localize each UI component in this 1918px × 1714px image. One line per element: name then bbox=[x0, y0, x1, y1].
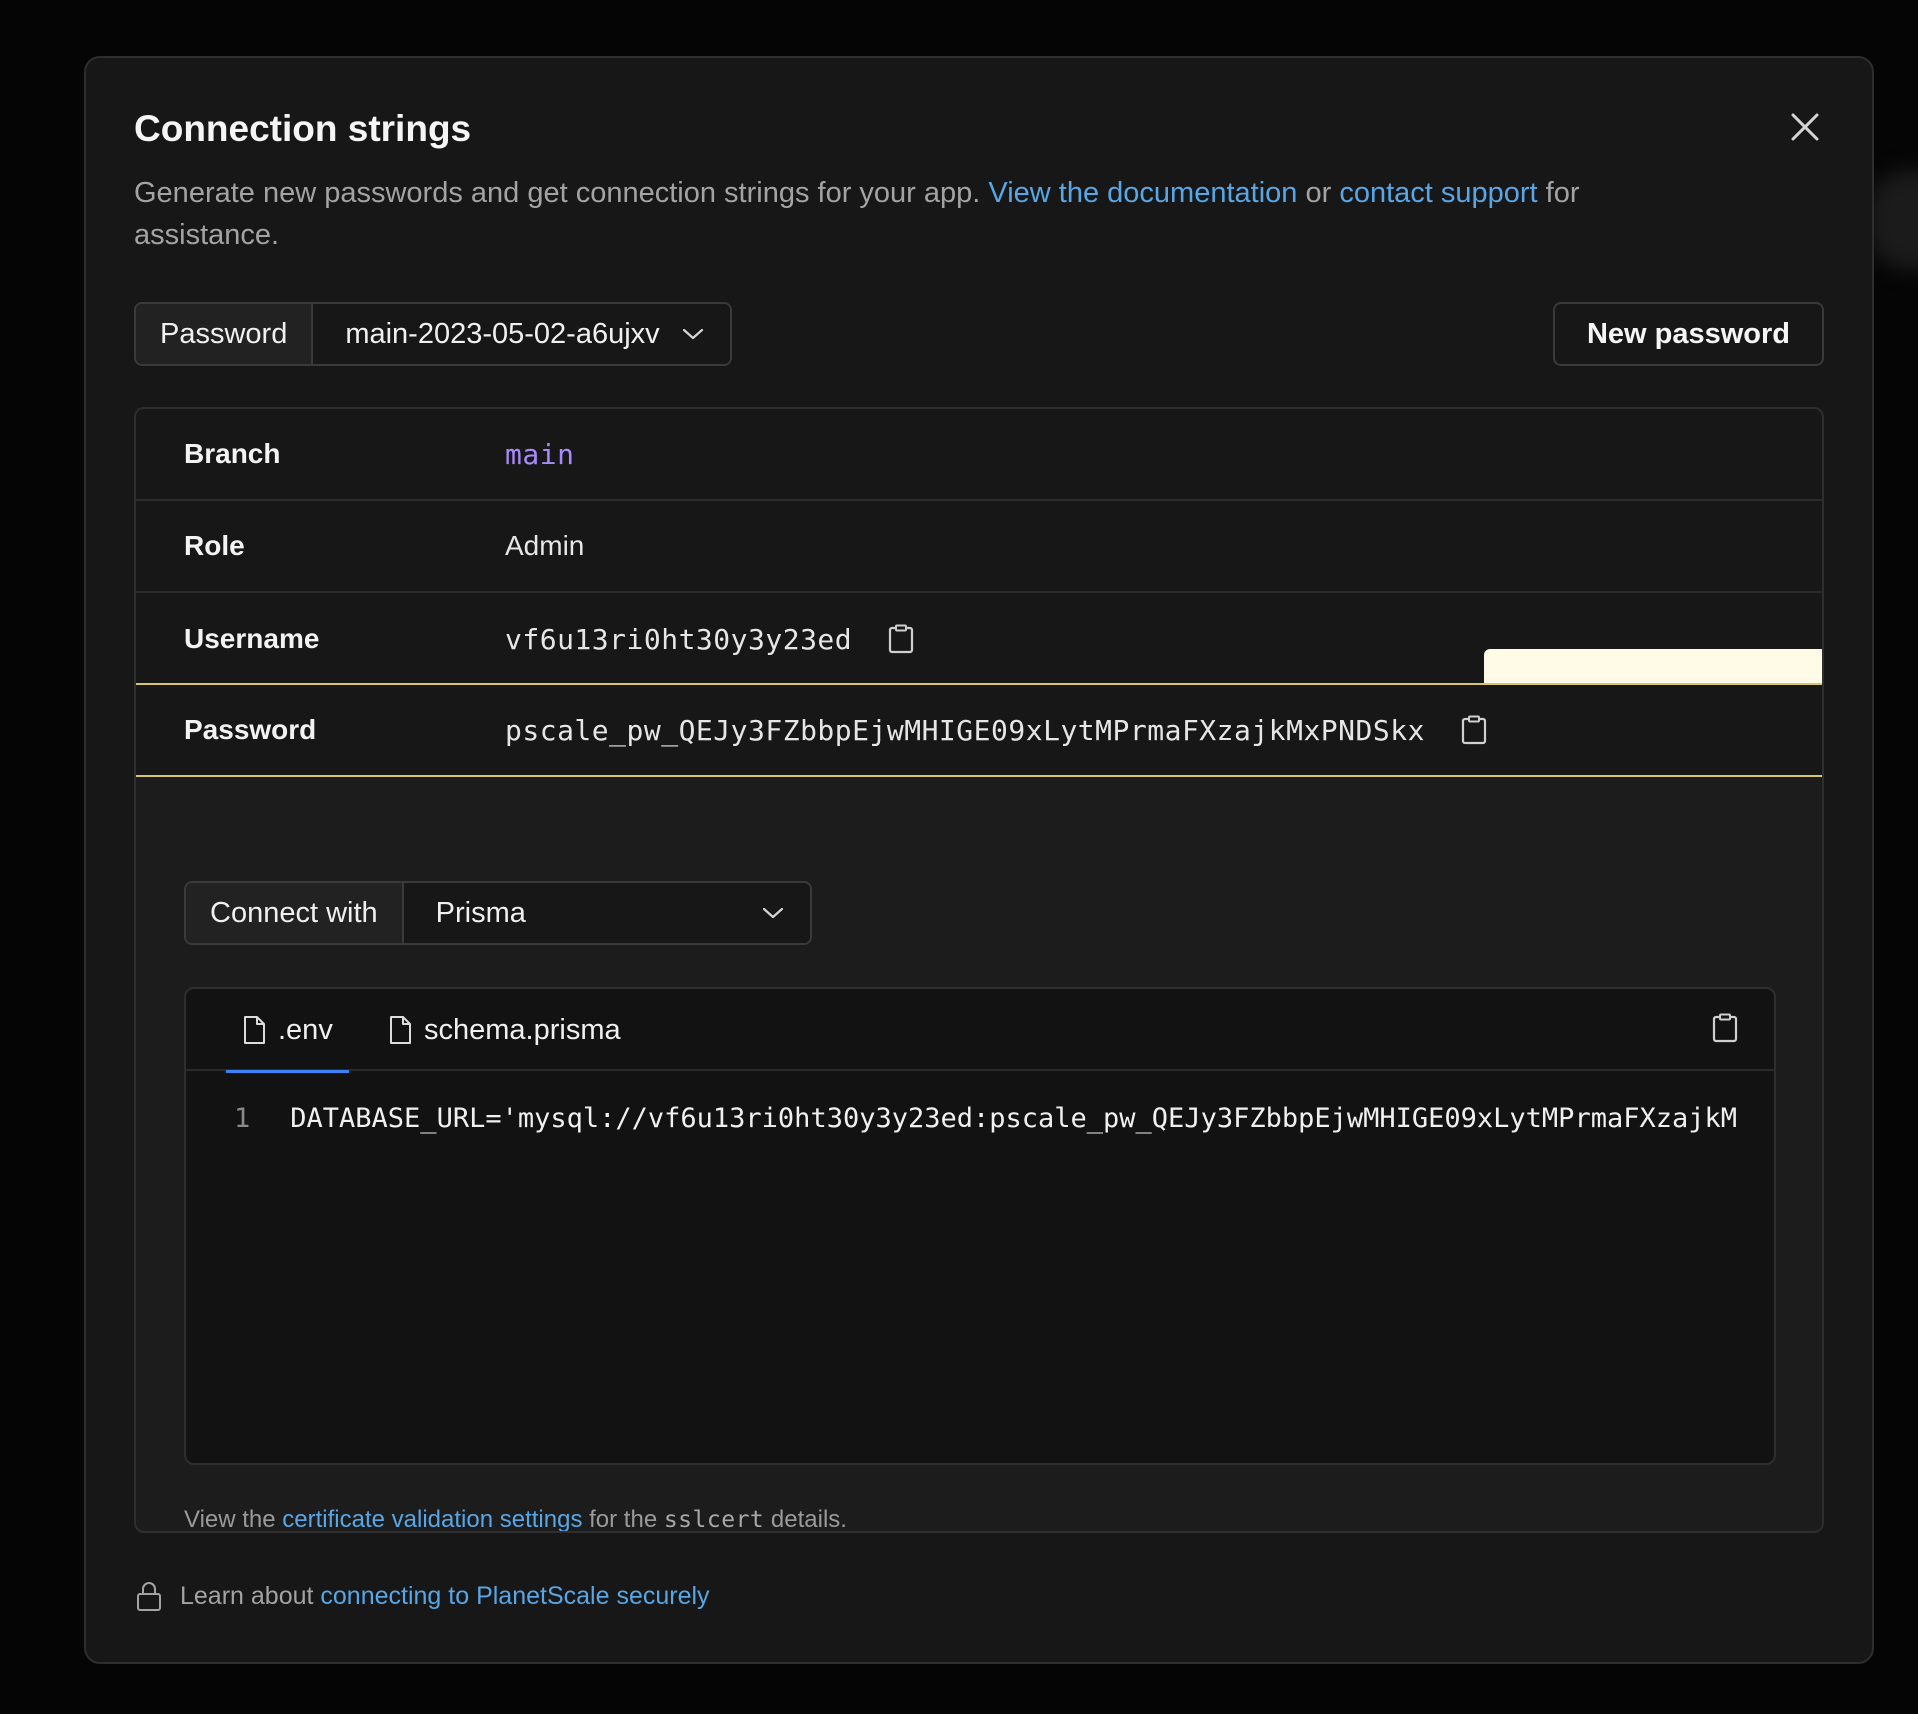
copy-password-button[interactable] bbox=[1461, 715, 1487, 745]
subtitle-text: Generate new passwords and get connectio… bbox=[134, 177, 989, 209]
connect-with-label: Connect with bbox=[186, 883, 404, 943]
password-dropdown[interactable]: main-2023-05-02-a6ujxv bbox=[313, 304, 730, 364]
certificate-settings-link[interactable]: certificate validation settings bbox=[282, 1506, 582, 1531]
role-value: Admin bbox=[505, 530, 585, 561]
connection-strings-modal: Connection strings Generate new password… bbox=[84, 56, 1874, 1664]
framework-dropdown[interactable]: Prisma bbox=[403, 883, 810, 943]
copy-code-button[interactable] bbox=[1712, 1013, 1738, 1043]
backdrop bbox=[1868, 170, 1918, 270]
file-icon bbox=[390, 1016, 411, 1044]
branch-value-wrap: main bbox=[505, 438, 574, 471]
certificate-note: View the certificate validation settings… bbox=[184, 1506, 847, 1533]
role-row: Role Admin bbox=[136, 501, 1822, 593]
password-value: pscale_pw_QEJy3FZbbpEjwMHIGE09xLytMPrmaF… bbox=[505, 713, 1425, 747]
close-button[interactable] bbox=[1788, 110, 1822, 144]
chevron-down-icon bbox=[762, 907, 783, 919]
password-select: Password main-2023-05-02-a6ujxv bbox=[134, 302, 732, 366]
secure-connection-link[interactable]: connecting to PlanetScale securely bbox=[320, 1582, 709, 1610]
connection-details-panel: Branch main Role Admin Username vf6u13ri… bbox=[134, 407, 1824, 1533]
contact-support-link[interactable]: contact support bbox=[1339, 177, 1537, 209]
footer-prefix: Learn about bbox=[180, 1581, 321, 1610]
chevron-down-icon bbox=[682, 328, 703, 340]
branch-value[interactable]: main bbox=[505, 438, 574, 471]
tab-schema-label: schema.prisma bbox=[424, 1013, 621, 1046]
username-label: Username bbox=[184, 623, 320, 654]
username-value-wrap: vf6u13ri0ht30y3y23ed bbox=[505, 623, 914, 656]
sslcert-code: sslcert bbox=[663, 1507, 765, 1533]
branch-row: Branch main bbox=[136, 409, 1822, 501]
cert-note-mid: for the bbox=[582, 1506, 664, 1533]
footer-text: Learn about connecting to PlanetScale se… bbox=[180, 1582, 710, 1611]
clipboard-icon bbox=[1461, 715, 1487, 745]
code-text: DATABASE_URL='mysql://vf6u13ri0ht30y3y23… bbox=[290, 1103, 1737, 1134]
copied-tooltip bbox=[1484, 649, 1822, 683]
line-number: 1 bbox=[234, 1103, 251, 1134]
password-row: Password pscale_pw_QEJy3FZbbpEjwMHIGE09x… bbox=[136, 683, 1822, 777]
modal-title: Connection strings bbox=[134, 108, 472, 149]
cert-note-suffix: details. bbox=[764, 1506, 847, 1533]
password-value-wrap: pscale_pw_QEJy3FZbbpEjwMHIGE09xLytMPrmaF… bbox=[505, 714, 1487, 747]
password-select-label: Password bbox=[136, 304, 314, 364]
cert-note-prefix: View the bbox=[184, 1506, 283, 1533]
password-dropdown-value: main-2023-05-02-a6ujxv bbox=[345, 317, 660, 350]
password-label: Password bbox=[184, 714, 317, 745]
subtitle-or: or bbox=[1297, 177, 1340, 209]
role-label: Role bbox=[184, 530, 245, 561]
close-icon bbox=[1791, 113, 1819, 141]
framework-dropdown-value: Prisma bbox=[435, 896, 526, 929]
copy-username-button[interactable] bbox=[888, 624, 914, 654]
code-tabs: .env schema.prisma bbox=[186, 989, 1774, 1073]
tab-env-label: .env bbox=[278, 1013, 333, 1046]
role-value-wrap: Admin bbox=[505, 530, 584, 562]
file-icon bbox=[244, 1016, 265, 1044]
clipboard-icon bbox=[889, 624, 914, 654]
clipboard-icon bbox=[1712, 1013, 1738, 1043]
tab-env[interactable]: .env bbox=[226, 989, 349, 1073]
new-password-button[interactable]: New password bbox=[1552, 302, 1824, 366]
username-value: vf6u13ri0ht30y3y23ed bbox=[505, 622, 853, 656]
modal-subtitle: Generate new passwords and get connectio… bbox=[134, 172, 1714, 256]
security-footer: Learn about connecting to PlanetScale se… bbox=[136, 1580, 710, 1612]
tab-schema-prisma[interactable]: schema.prisma bbox=[388, 989, 621, 1071]
documentation-link[interactable]: View the documentation bbox=[988, 177, 1297, 209]
connect-with-select: Connect with Prisma bbox=[184, 881, 812, 945]
branch-label: Branch bbox=[184, 438, 281, 469]
code-block: .env schema.prisma 1 DATABASE_URL='mysql… bbox=[184, 987, 1776, 1465]
code-line: 1 DATABASE_URL='mysql://vf6u13ri0ht30y3y… bbox=[234, 1103, 1737, 1134]
lock-icon bbox=[137, 1582, 161, 1611]
